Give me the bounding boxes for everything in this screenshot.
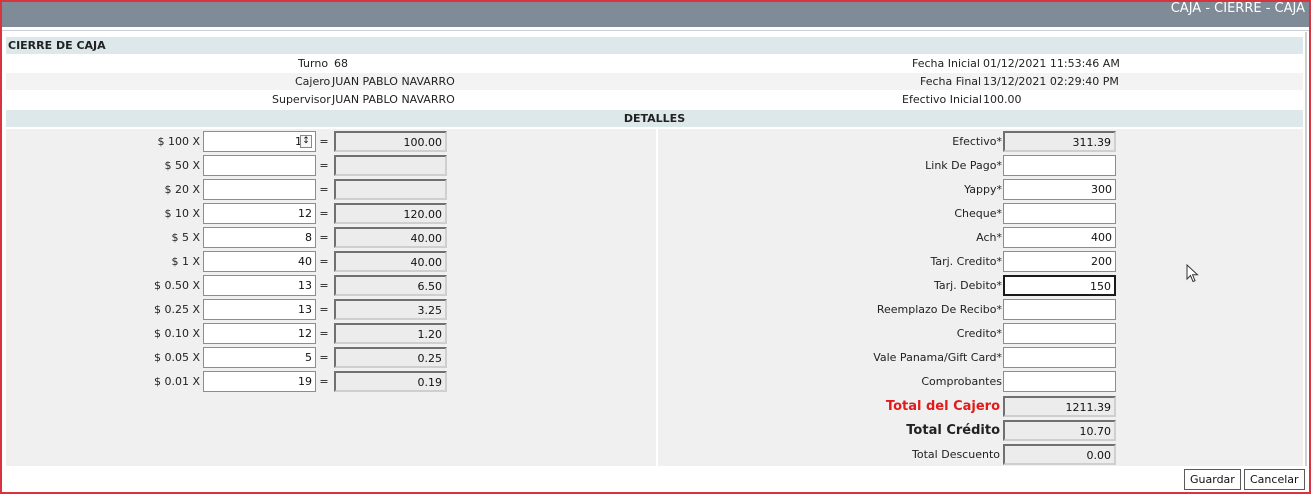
info-row-1: Turno 68 Fecha Inicial 01/12/2021 11:53:… xyxy=(6,55,1303,72)
total-descuento-label: Total Descuento xyxy=(912,448,1000,461)
turno-label: Turno xyxy=(298,57,329,70)
efectivo-inicial-value: 100.00 xyxy=(983,93,1022,106)
total-credito-field: 10.70 xyxy=(1003,420,1116,441)
payment-row: Vale Panama/Gift Card* xyxy=(6,347,1306,369)
payment-label: Vale Panama/Gift Card* xyxy=(873,351,1002,364)
mouse-pointer-icon xyxy=(1186,264,1199,283)
total-cajero-label: Total del Cajero xyxy=(885,399,1000,414)
fecha-inicial-label: Fecha Inicial xyxy=(912,57,980,70)
cancelar-button[interactable]: Cancelar xyxy=(1244,469,1305,490)
payment-input: 311.39 xyxy=(1003,131,1116,152)
payment-row: Yappy* 300 xyxy=(6,179,1306,201)
cajero-value: JUAN PABLO NAVARRO xyxy=(332,75,455,88)
payment-label: Yappy* xyxy=(964,183,1002,196)
payment-label: Reemplazo De Recibo* xyxy=(876,303,1002,316)
footer-bar: Guardar Cancelar xyxy=(2,466,1309,492)
total-cajero-field: 1211.39 xyxy=(1003,396,1116,417)
fecha-inicial-value: 01/12/2021 11:53:46 AM xyxy=(983,57,1120,70)
payment-label: Efectivo* xyxy=(952,135,1002,148)
info-row-2: Cajero JUAN PABLO NAVARRO Fecha Final 13… xyxy=(6,73,1303,90)
payment-input[interactable] xyxy=(1003,323,1116,344)
payment-label: Ach* xyxy=(976,231,1002,244)
payment-input[interactable] xyxy=(1003,371,1116,392)
section-cierre-de-caja: CIERRE DE CAJA xyxy=(6,37,1303,54)
caja-cierre-window: CAJA - CIERRE - CAJA CIERRE DE CAJA Turn… xyxy=(0,0,1311,494)
payment-input[interactable]: 400 xyxy=(1003,227,1116,248)
payment-input[interactable] xyxy=(1003,203,1116,224)
payment-row: Credito* xyxy=(6,323,1306,345)
section-detalles-title: DETALLES xyxy=(623,112,686,125)
turno-value: 68 xyxy=(334,57,348,70)
payment-input[interactable] xyxy=(1003,347,1116,368)
payment-label: Link De Pago* xyxy=(925,159,1002,172)
payment-row: Tarj. Credito* 200 xyxy=(6,251,1306,273)
section-detalles: DETALLES xyxy=(6,110,1303,127)
payment-input[interactable] xyxy=(1003,155,1116,176)
payment-label: Credito* xyxy=(956,327,1002,340)
payment-row: Comprobantes xyxy=(6,371,1306,393)
payment-label: Tarj. Credito* xyxy=(930,255,1002,268)
payment-label: Tarj. Debito* xyxy=(933,279,1002,292)
payment-row: Efectivo* 311.39 xyxy=(6,131,1306,153)
info-row-3: Supervisor JUAN PABLO NAVARRO Efectivo I… xyxy=(6,91,1303,108)
total-descuento-row: Total Descuento 0.00 xyxy=(6,444,1306,466)
payment-row: Reemplazo De Recibo* xyxy=(6,299,1306,321)
payment-row: Link De Pago* xyxy=(6,155,1306,177)
payment-input[interactable]: 200 xyxy=(1003,251,1116,272)
payment-row: Ach* 400 xyxy=(6,227,1306,249)
payment-input[interactable]: 300 xyxy=(1003,179,1116,200)
supervisor-label: Supervisor xyxy=(272,93,331,106)
payment-input[interactable] xyxy=(1003,299,1116,320)
fecha-final-value: 13/12/2021 02:29:40 PM xyxy=(983,75,1119,88)
payment-label: Comprobantes xyxy=(921,375,1002,388)
supervisor-value: JUAN PABLO NAVARRO xyxy=(332,93,455,106)
efectivo-inicial-label: Efectivo Inicial xyxy=(902,93,982,106)
window-title: CAJA - CIERRE - CAJA xyxy=(1170,1,1305,16)
payment-label: Cheque* xyxy=(954,207,1002,220)
guardar-button[interactable]: Guardar xyxy=(1184,469,1241,490)
payment-input[interactable]: 150 xyxy=(1003,275,1116,296)
total-credito-row: Total Crédito 10.70 xyxy=(6,420,1306,442)
fecha-final-label: Fecha Final xyxy=(920,75,982,88)
payment-row: Tarj. Debito* 150 xyxy=(6,275,1306,297)
details-panel: $ 100 X 1 ↕ = 100.00 $ 50 X = $ 20 X = $ 10 X 12 = 1… xyxy=(6,129,1303,466)
total-cajero-row: Total del Cajero 1211.39 xyxy=(6,396,1306,418)
title-separator xyxy=(2,27,1309,31)
total-credito-label: Total Crédito xyxy=(906,423,1000,438)
cajero-label: Cajero xyxy=(295,75,331,88)
payment-row: Cheque* xyxy=(6,203,1306,225)
total-descuento-field: 0.00 xyxy=(1003,444,1116,465)
title-bar: CAJA - CIERRE - CAJA xyxy=(2,2,1309,27)
section-cierre-title: CIERRE DE CAJA xyxy=(8,39,106,52)
